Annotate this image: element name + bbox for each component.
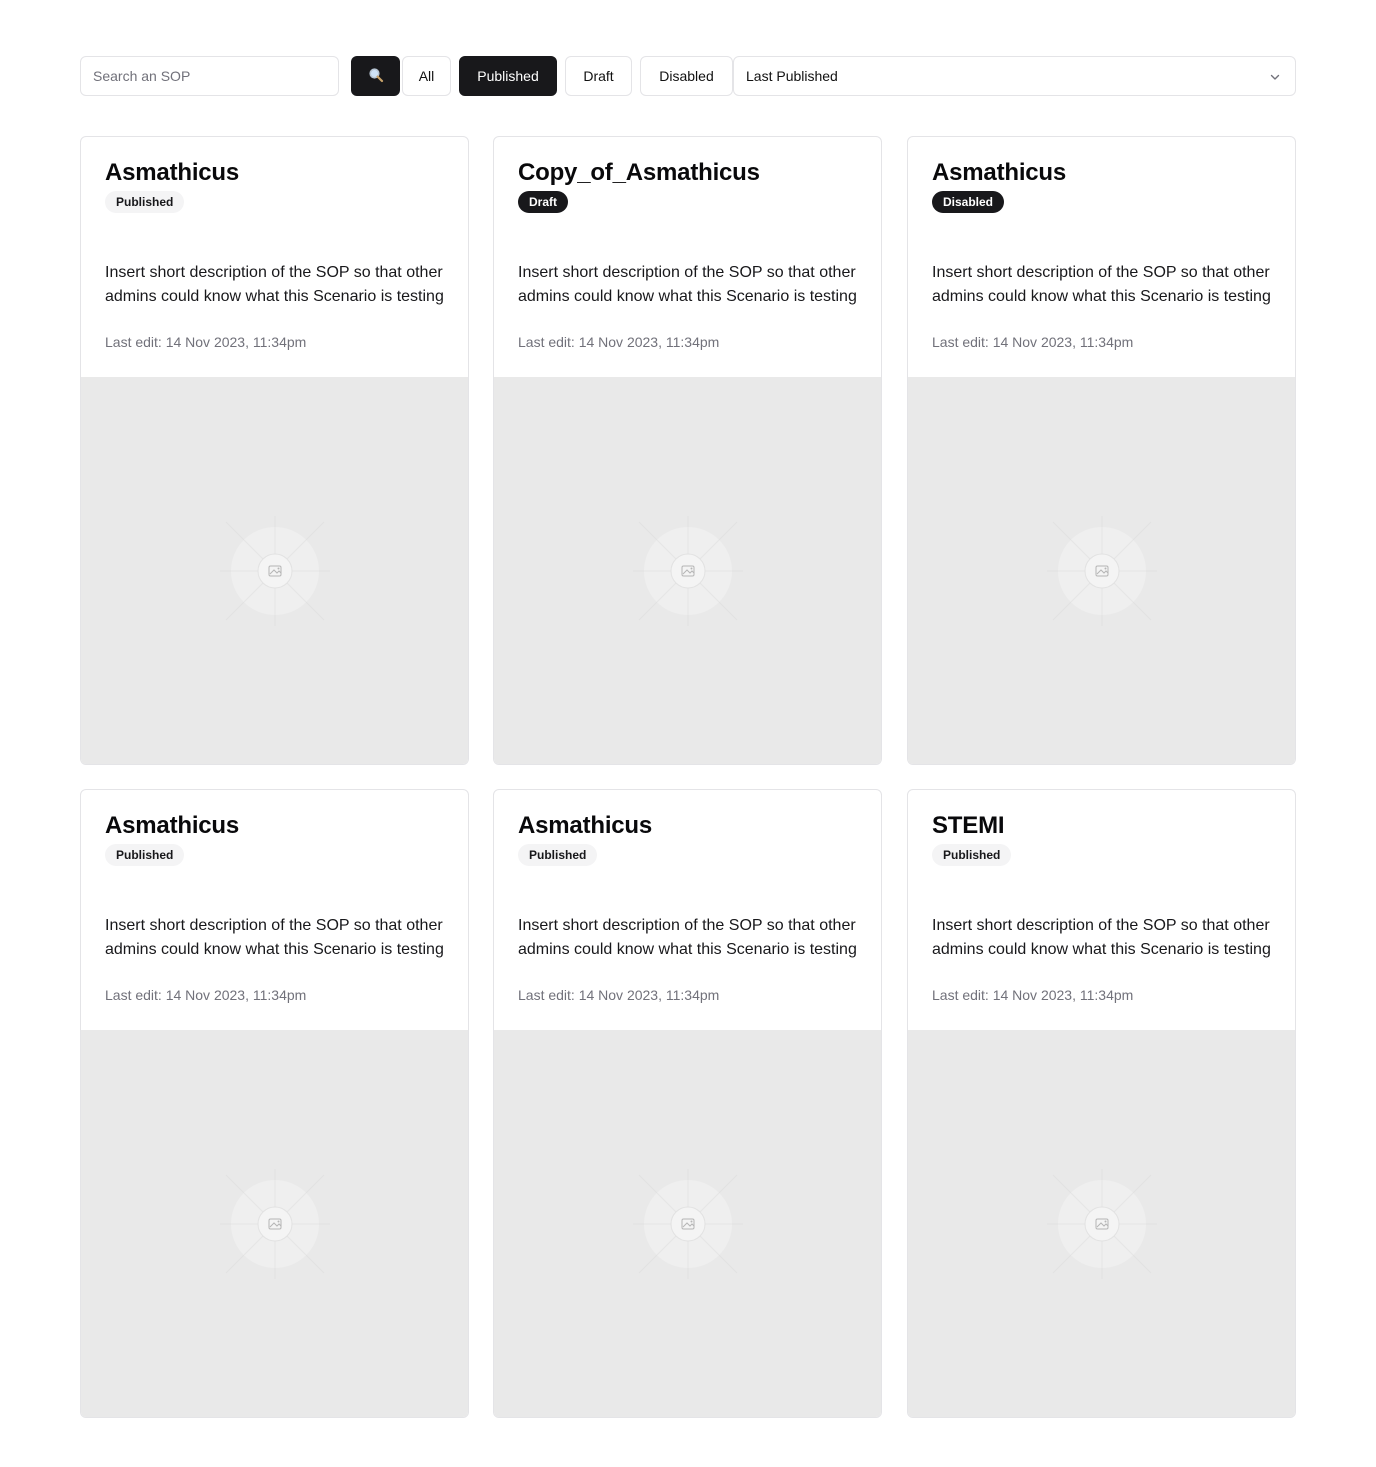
- sop-card[interactable]: Asmathicus Published Insert short descri…: [80, 136, 469, 765]
- status-badge: Published: [105, 191, 185, 213]
- sop-card-last-edit: Last edit: 14 Nov 2023, 11:34pm: [932, 334, 1134, 350]
- image-placeholder-icon: [1047, 1169, 1157, 1279]
- filter-published-button[interactable]: Published: [459, 56, 557, 96]
- chevron-down-icon: [1269, 70, 1281, 86]
- sop-card[interactable]: Asmathicus Published Insert short descri…: [80, 789, 469, 1418]
- filter-draft-button[interactable]: Draft: [565, 56, 632, 96]
- sort-select-value: Last Published: [746, 68, 838, 84]
- sop-card-title: Asmathicus: [105, 159, 240, 186]
- sop-card-body: Asmathicus Published Insert short descri…: [81, 790, 468, 1030]
- filter-disabled-button[interactable]: Disabled: [640, 56, 733, 96]
- sop-card-title: Asmathicus: [932, 159, 1067, 186]
- sop-card-last-edit: Last edit: 14 Nov 2023, 11:34pm: [932, 987, 1134, 1003]
- search-button[interactable]: [351, 56, 400, 96]
- search-icon: [368, 67, 384, 86]
- sop-card[interactable]: Copy_of_Asmathicus Draft Insert short de…: [493, 136, 882, 765]
- sop-card-image: [908, 377, 1295, 764]
- sop-card-description: Insert short description of the SOP so t…: [932, 917, 1271, 958]
- sop-card-description: Insert short description of the SOP so t…: [518, 264, 857, 305]
- sop-card-image: [81, 377, 468, 764]
- toolbar: All Published Draft Disabled Last Publis…: [80, 56, 1296, 96]
- search-input[interactable]: [80, 56, 339, 96]
- image-placeholder-icon: [633, 1169, 743, 1279]
- sop-card-last-edit: Last edit: 14 Nov 2023, 11:34pm: [105, 334, 307, 350]
- sop-card-image: [494, 377, 881, 764]
- sop-card-description: Insert short description of the SOP so t…: [932, 264, 1271, 305]
- sop-card-body: Asmathicus Published Insert short descri…: [494, 790, 881, 1030]
- sop-card-title: Asmathicus: [105, 812, 240, 839]
- sop-card-image: [81, 1030, 468, 1417]
- sop-card[interactable]: Asmathicus Published Insert short descri…: [493, 789, 882, 1418]
- sop-card[interactable]: STEMI Published Insert short description…: [907, 789, 1296, 1418]
- sop-card-image: [494, 1030, 881, 1417]
- sop-card-body: Asmathicus Disabled Insert short descrip…: [908, 137, 1295, 377]
- sop-card[interactable]: Asmathicus Disabled Insert short descrip…: [907, 136, 1296, 765]
- sort-select[interactable]: Last Published: [733, 56, 1296, 96]
- sop-card-last-edit: Last edit: 14 Nov 2023, 11:34pm: [105, 987, 307, 1003]
- sop-card-body: STEMI Published Insert short description…: [908, 790, 1295, 1030]
- status-badge: Published: [518, 844, 598, 866]
- image-placeholder-icon: [633, 516, 743, 626]
- sop-card-description: Insert short description of the SOP so t…: [518, 917, 857, 958]
- sop-card-description: Insert short description of the SOP so t…: [105, 917, 444, 958]
- image-placeholder-icon: [1047, 516, 1157, 626]
- sop-card-body: Asmathicus Published Insert short descri…: [81, 137, 468, 377]
- sop-card-description: Insert short description of the SOP so t…: [105, 264, 444, 305]
- status-badge: Published: [105, 844, 185, 866]
- status-badge: Published: [932, 844, 1012, 866]
- image-placeholder-icon: [220, 516, 330, 626]
- sop-card-body: Copy_of_Asmathicus Draft Insert short de…: [494, 137, 881, 377]
- sop-card-image: [908, 1030, 1295, 1417]
- sop-card-title: Asmathicus: [518, 812, 653, 839]
- sop-card-last-edit: Last edit: 14 Nov 2023, 11:34pm: [518, 334, 720, 350]
- filter-all-button[interactable]: All: [402, 56, 451, 96]
- status-badge: Draft: [518, 191, 569, 213]
- sop-card-title: Copy_of_Asmathicus: [518, 159, 760, 186]
- sop-card-title: STEMI: [932, 812, 1005, 839]
- status-badge: Disabled: [932, 191, 1005, 213]
- image-placeholder-icon: [220, 1169, 330, 1279]
- sop-card-last-edit: Last edit: 14 Nov 2023, 11:34pm: [518, 987, 720, 1003]
